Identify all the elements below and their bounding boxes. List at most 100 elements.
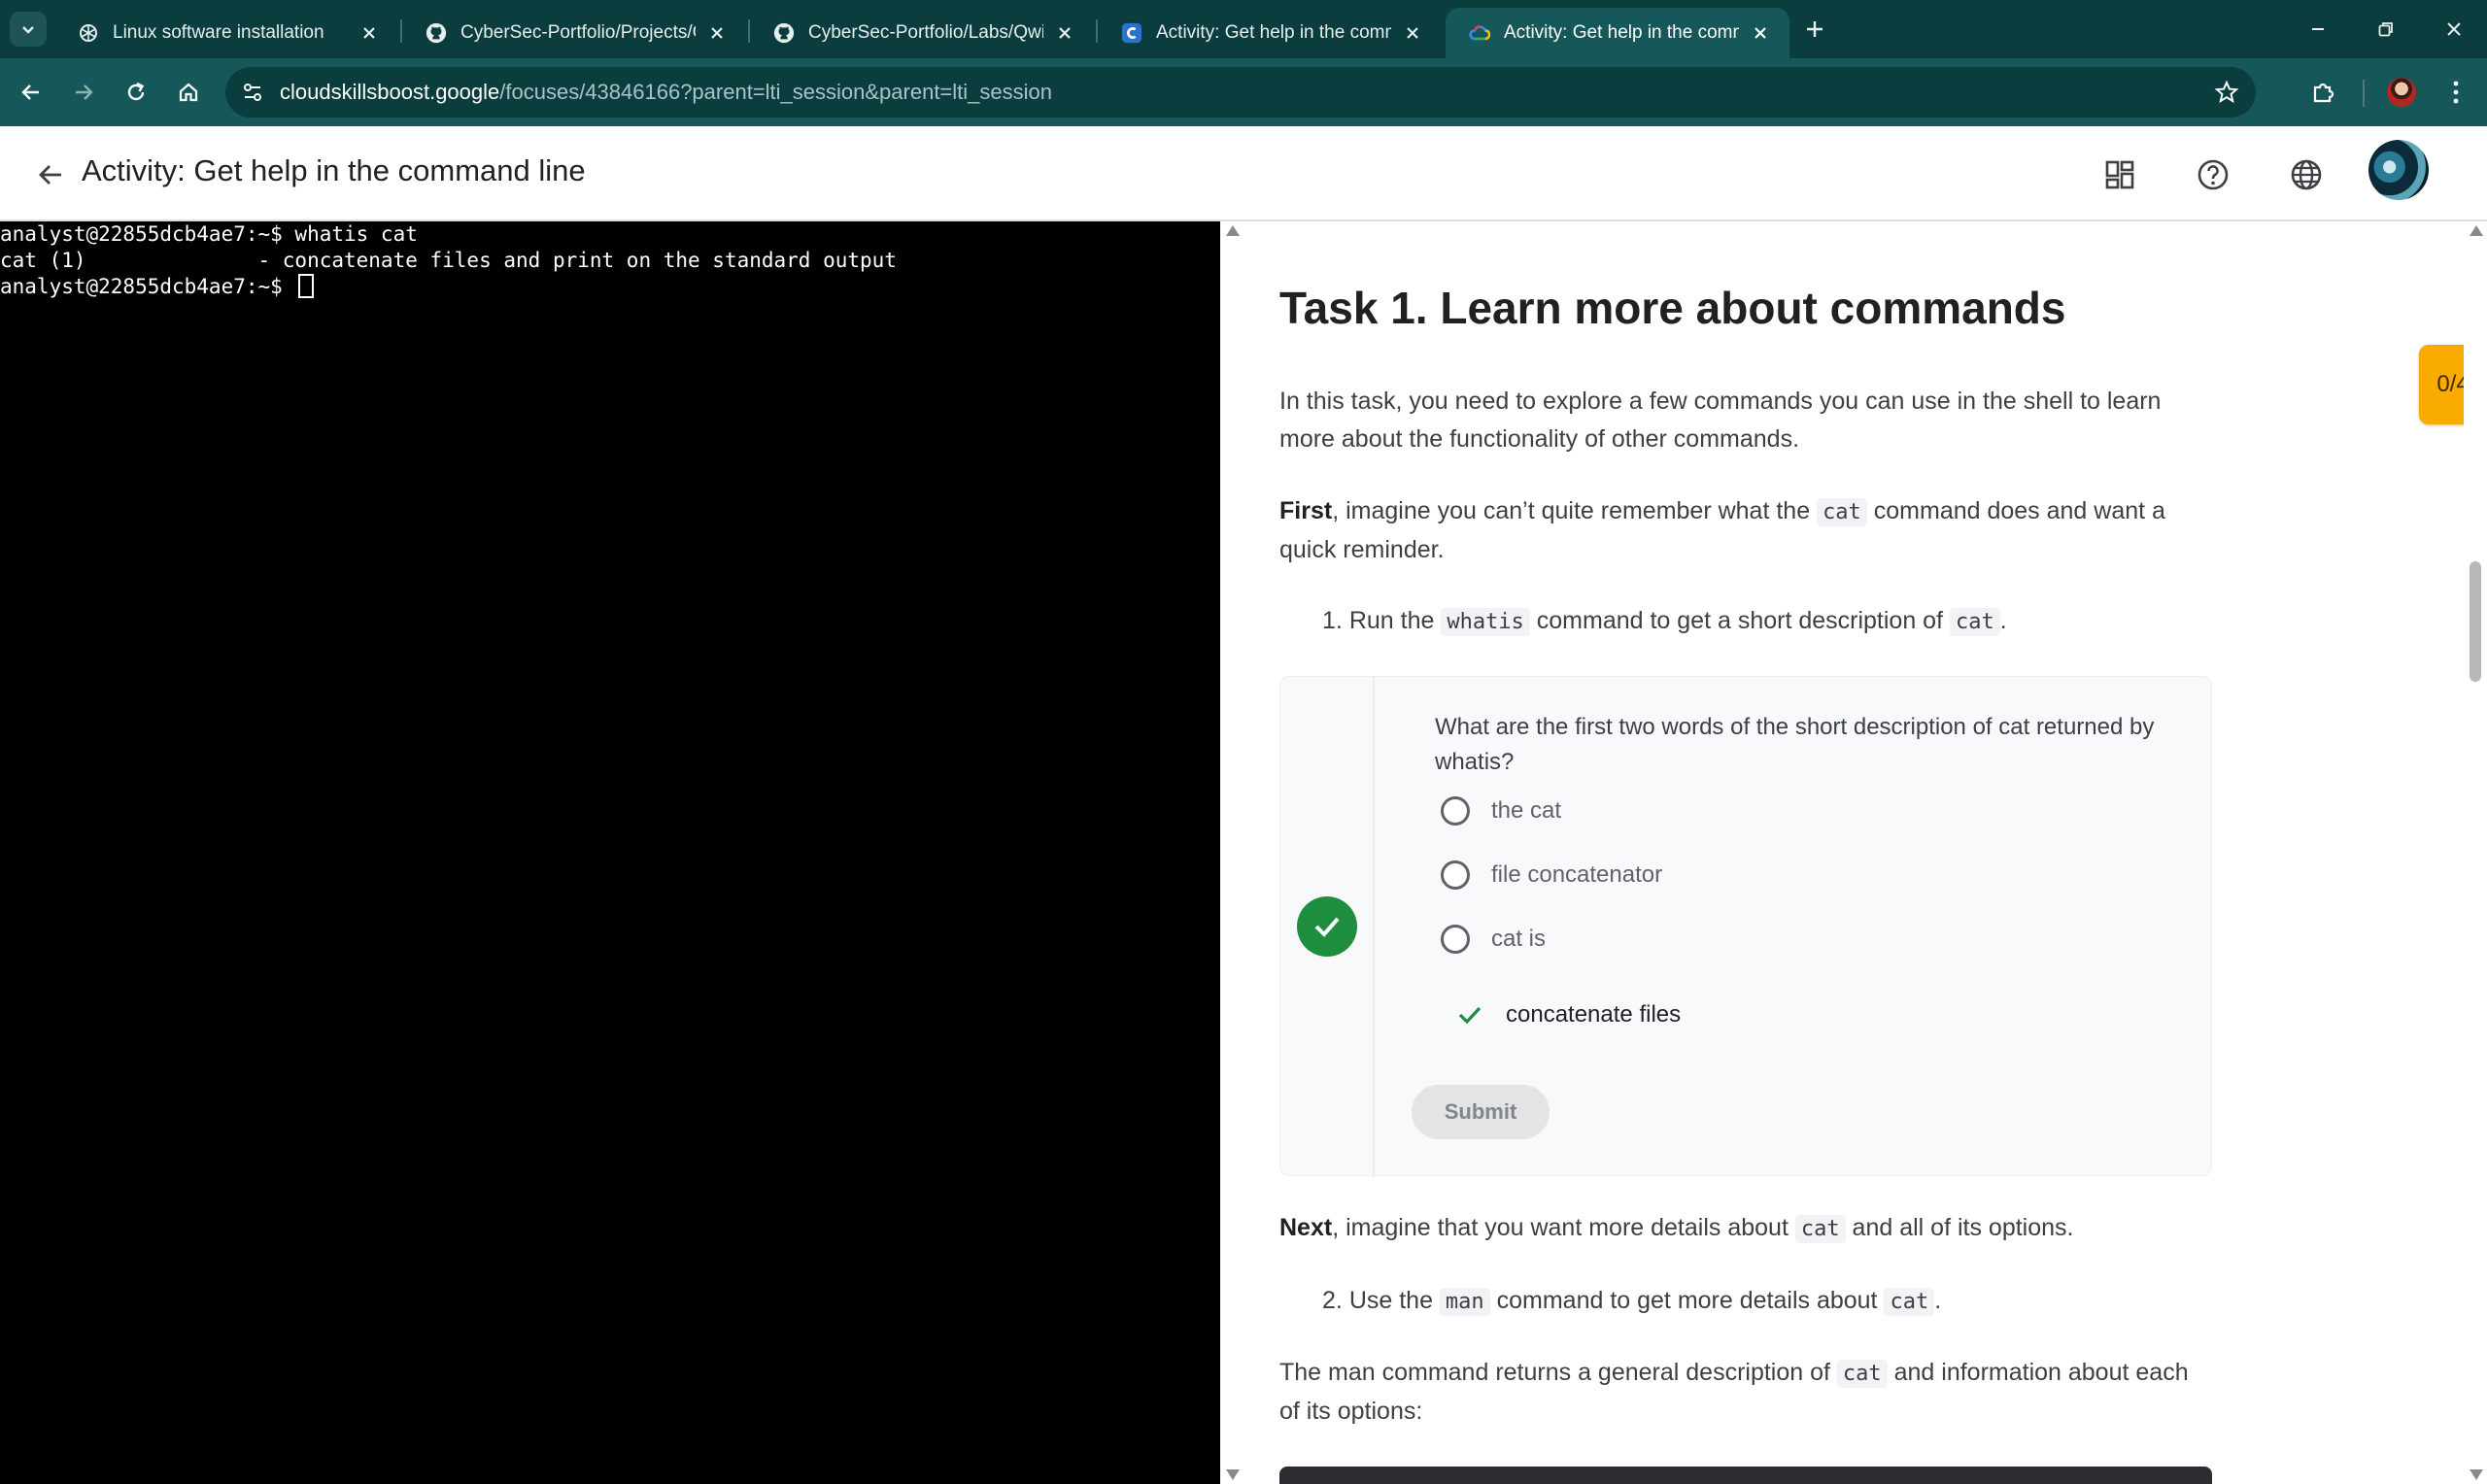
scroll-down-arrow-icon[interactable] (2470, 1469, 2483, 1480)
first-text: , imagine you can’t quite remember what … (1332, 497, 1818, 524)
layout-toggle-button[interactable] (2096, 152, 2143, 198)
tab-title: Linux software installation (113, 22, 324, 43)
language-button[interactable] (2283, 152, 2330, 198)
step-text: command to get a short description of (1529, 607, 1950, 634)
address-bar[interactable]: cloudskillsboost.google/focuses/43846166… (225, 67, 2256, 118)
submit-button[interactable]: Submit (1412, 1085, 1550, 1139)
url-path: /focuses/43846166?parent=lti_session&par… (499, 80, 1052, 104)
home-icon (179, 83, 198, 102)
more-vertical-icon (2453, 81, 2459, 104)
extensions-button[interactable] (2304, 73, 2343, 112)
arrow-right-icon (76, 84, 93, 100)
google-cloud-icon (1469, 22, 1490, 44)
close-icon[interactable] (1749, 21, 1772, 45)
inline-code: whatis (1441, 608, 1530, 636)
restore-button[interactable] (2368, 12, 2403, 47)
inline-code: cat (1949, 608, 2000, 636)
arrow-left-icon (21, 84, 39, 100)
minimize-icon (2312, 28, 2324, 30)
close-icon (2447, 22, 2461, 36)
quiz-complete-check-icon (1297, 896, 1357, 957)
restore-icon (2378, 22, 2393, 37)
user-avatar[interactable] (2368, 140, 2429, 200)
scrollbar-thumb[interactable] (2470, 561, 2481, 682)
tab-search-button[interactable] (10, 12, 47, 47)
close-icon[interactable] (705, 21, 729, 45)
tab-title: CyberSec-Portfolio/Labs/Qwikl (808, 22, 1043, 43)
terminal-cursor (298, 274, 315, 298)
dashboard-icon (2105, 160, 2134, 189)
instructions-scrollbar[interactable] (2464, 221, 2487, 1484)
terminal-pane[interactable]: analyst@22855dcb4ae7:~$ whatis cat cat (… (0, 221, 1220, 1484)
close-icon[interactable] (1401, 21, 1424, 45)
help-button[interactable] (2190, 152, 2236, 198)
terminal-line: analyst@22855dcb4ae7:~$ whatis cat (0, 222, 418, 246)
quiz-option[interactable]: file concatenator (1441, 858, 1662, 893)
step-number: 2. (1322, 1287, 1343, 1314)
toolbar-divider (2363, 80, 2365, 107)
terminal-scrollbar[interactable] (1220, 221, 1244, 1484)
quiz-correct-answer: concatenate files (1455, 997, 1681, 1032)
profile-avatar (2387, 78, 2416, 107)
scroll-up-arrow-icon[interactable] (1226, 225, 1240, 236)
url-text: cloudskillsboost.google/focuses/43846166… (280, 80, 1052, 105)
page-title: Activity: Get help in the command line (82, 153, 586, 187)
step-2: 2. Use the man command to get more detai… (1322, 1282, 1941, 1321)
inline-code: cat (1817, 498, 1867, 526)
chevron-down-icon (22, 26, 34, 34)
tab-coursera-activity[interactable]: Activity: Get help in the comma (1098, 8, 1442, 58)
first-paragraph: First, imagine you can’t quite remember … (1279, 492, 2212, 569)
github-icon (426, 22, 447, 44)
globe-icon (2291, 159, 2322, 190)
minimize-button[interactable] (2300, 12, 2335, 47)
scroll-up-arrow-icon[interactable] (2470, 225, 2483, 236)
github-icon (773, 22, 795, 44)
code-block (1279, 1467, 2212, 1484)
next-text: , imagine that you want more details abo… (1332, 1214, 1795, 1241)
radio-button[interactable] (1441, 860, 1470, 890)
lab-header: Activity: Get help in the command line (0, 126, 2487, 221)
step-number: 1. (1322, 607, 1343, 634)
first-bold: First (1279, 497, 1333, 524)
step-text: Use the (1348, 1287, 1440, 1314)
arrow-left-icon (39, 165, 61, 185)
radio-button[interactable] (1441, 796, 1470, 826)
tab-github-projects[interactable]: CyberSec-Portfolio/Projects/Go (402, 8, 746, 58)
inline-code: cat (1794, 1215, 1846, 1243)
step-text: . (1999, 607, 2007, 634)
close-window-button[interactable] (2436, 12, 2471, 47)
bookmark-star-button[interactable] (2211, 77, 2242, 108)
help-icon (2197, 159, 2229, 190)
task-heading: Task 1. Learn more about commands (1279, 283, 2066, 333)
reload-icon (127, 82, 145, 101)
quiz-option[interactable]: the cat (1441, 793, 1561, 828)
quiz-option-label: the cat (1491, 797, 1562, 824)
quiz-card: What are the first two words of the shor… (1279, 676, 2212, 1177)
radio-button[interactable] (1441, 925, 1470, 954)
home-button[interactable] (169, 73, 208, 112)
next-bold: Next (1279, 1214, 1333, 1241)
back-to-course-button[interactable] (29, 153, 72, 196)
browser-menu-button[interactable] (2436, 73, 2475, 112)
step-text: Run the (1348, 607, 1442, 634)
reload-button[interactable] (117, 73, 155, 112)
site-info-icon[interactable] (225, 67, 280, 118)
tab-cloudskillsboost-activity[interactable]: Activity: Get help in the comma (1446, 8, 1789, 58)
tab-linux-software[interactable]: Linux software installation (54, 8, 398, 58)
forward-button[interactable] (64, 73, 103, 112)
terminal-prompt: analyst@22855dcb4ae7:~$ (0, 275, 295, 298)
quiz-option[interactable]: cat is (1441, 922, 1546, 957)
tab-title: Activity: Get help in the comma (1504, 22, 1739, 43)
new-tab-button[interactable] (1799, 14, 1830, 45)
quiz-question: What are the first two words of the shor… (1435, 714, 2155, 775)
close-icon[interactable] (1053, 21, 1076, 45)
inline-code: cat (1884, 1288, 1935, 1316)
tab-github-labs[interactable]: CyberSec-Portfolio/Labs/Qwikl (750, 8, 1094, 58)
star-icon (2214, 80, 2239, 104)
close-icon[interactable] (358, 21, 381, 45)
profile-button[interactable] (2382, 73, 2421, 112)
back-button[interactable] (12, 73, 51, 112)
puzzle-icon (2313, 83, 2334, 103)
step-text: command to get more details about (1489, 1287, 1885, 1314)
scroll-down-arrow-icon[interactable] (1226, 1469, 1240, 1480)
